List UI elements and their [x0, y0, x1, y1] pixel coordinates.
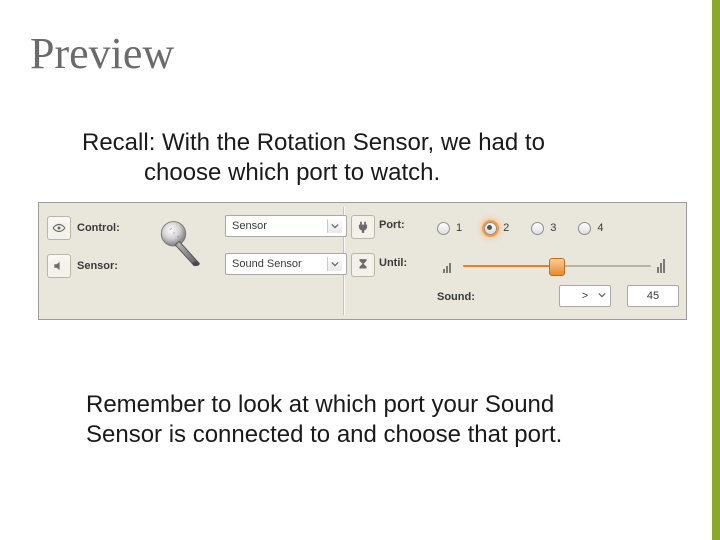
chevron-down-icon [595, 288, 609, 302]
port-1-label: 1 [456, 222, 462, 234]
threshold-slider[interactable] [437, 247, 677, 285]
sensor-type-value: Sound Sensor [232, 258, 302, 270]
port-option-3[interactable]: 3 [531, 222, 556, 235]
slider-thumb[interactable] [549, 258, 565, 276]
plug-icon [351, 215, 375, 239]
threshold-input[interactable]: 45 [627, 285, 679, 307]
port-option-1[interactable]: 1 [437, 222, 462, 235]
footer-line-1: Remember to look at which port your Soun… [86, 391, 554, 418]
port-2-label: 2 [503, 222, 509, 234]
radio-icon [531, 222, 544, 235]
radio-icon [578, 222, 591, 235]
slider-track [463, 263, 651, 269]
radio-icon [437, 222, 450, 235]
lead-line-2: choose which port to watch. [82, 158, 638, 188]
control-dropdown[interactable]: Sensor [225, 215, 347, 237]
eye-icon [47, 216, 71, 240]
accent-bar [712, 0, 720, 540]
lead-line-1: Recall: With the Rotation Sensor, we had… [82, 129, 545, 156]
slide: Preview Recall: With the Rotation Sensor… [0, 0, 720, 540]
sound-label: Sound: [437, 291, 475, 303]
control-label: Control: [77, 222, 147, 234]
config-panel-wrap: Control: Sensor Sensor: Sound Sensor [38, 202, 687, 320]
volume-high-icon [657, 259, 671, 273]
port-option-4[interactable]: 4 [578, 222, 603, 235]
volume-low-icon [443, 259, 457, 273]
lead-text: Recall: With the Rotation Sensor, we had… [82, 128, 638, 188]
microphone-icon [145, 209, 217, 281]
chevron-down-icon [327, 257, 342, 271]
speaker-icon [47, 254, 71, 278]
compare-value: > [582, 290, 588, 302]
port-options: 1 2 3 4 [437, 209, 604, 247]
port-4-label: 4 [597, 222, 603, 234]
slider-fill [463, 265, 553, 267]
until-label: Until: [379, 257, 429, 269]
footer-line-2: Sensor is connected to and choose that p… [86, 421, 562, 448]
sensor-label: Sensor: [77, 260, 147, 272]
config-panel: Control: Sensor Sensor: Sound Sensor [38, 202, 687, 320]
chevron-down-icon [327, 219, 342, 233]
footer-text: Remember to look at which port your Soun… [86, 390, 634, 450]
hourglass-icon [351, 253, 375, 277]
radio-icon [484, 222, 497, 235]
port-label: Port: [379, 219, 429, 231]
control-dropdown-value: Sensor [232, 220, 267, 232]
port-3-label: 3 [550, 222, 556, 234]
port-option-2[interactable]: 2 [484, 222, 509, 235]
threshold-value: 45 [647, 290, 659, 302]
sensor-type-dropdown[interactable]: Sound Sensor [225, 253, 347, 275]
compare-dropdown[interactable]: > [559, 285, 611, 307]
page-title: Preview [30, 28, 174, 79]
